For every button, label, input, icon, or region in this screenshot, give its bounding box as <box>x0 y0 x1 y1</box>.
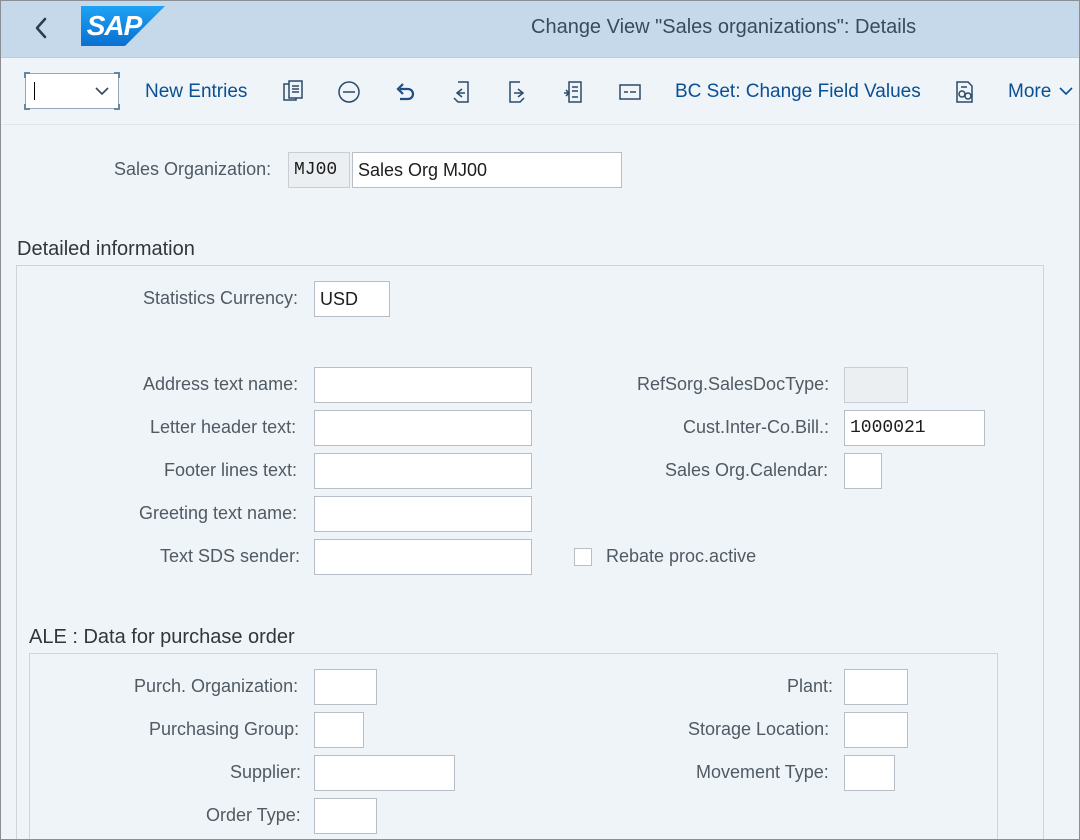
sales-org-code-field: MJ00 <box>288 152 350 188</box>
footer-lines-field[interactable] <box>314 453 532 489</box>
application-toolbar: New Entries BC Set: Change Field Values … <box>1 59 1079 125</box>
text-sds-sender-label: Text SDS sender: <box>160 546 301 566</box>
select-icon[interactable] <box>617 79 643 105</box>
refsorg-field <box>844 367 908 403</box>
sales-org-name-field[interactable]: Sales Org MJ00 <box>352 152 622 188</box>
delete-icon[interactable] <box>336 79 362 105</box>
supplier-label: Supplier: <box>230 762 302 782</box>
more-label: More <box>1008 81 1052 102</box>
rebate-checkbox[interactable] <box>574 548 592 566</box>
previous-entry-icon[interactable] <box>448 79 474 105</box>
app-window: SAP Change View "Sales organizations": D… <box>0 0 1080 840</box>
detailed-information-title: Detailed information <box>17 238 195 260</box>
greeting-text-field[interactable] <box>314 496 532 532</box>
chevron-down-icon[interactable] <box>93 82 111 105</box>
address-text-label: Address text name: <box>143 374 299 394</box>
shell-bar: SAP Change View "Sales organizations": D… <box>1 1 1079 58</box>
storage-location-label: Storage Location: <box>688 719 830 739</box>
focus-corner <box>24 72 30 78</box>
movement-type-field[interactable] <box>844 755 895 791</box>
page-title: Change View "Sales organizations": Detai… <box>531 16 917 38</box>
bc-set-change-field-values-button[interactable]: BC Set: Change Field Values <box>675 81 921 103</box>
letter-header-field[interactable] <box>314 410 532 446</box>
cust-interco-field[interactable]: 1000021 <box>844 410 985 446</box>
purch-group-label: Purchasing Group: <box>149 719 300 739</box>
supplier-field[interactable] <box>314 755 455 791</box>
new-entries-button[interactable]: New Entries <box>145 81 247 103</box>
where-used-icon[interactable] <box>951 79 977 105</box>
purch-org-label: Purch. Organization: <box>134 676 299 696</box>
sales-org-calendar-label: Sales Org.Calendar: <box>665 460 829 480</box>
logo-text: SAP <box>86 10 143 41</box>
text-sds-sender-field[interactable] <box>314 539 532 575</box>
refsorg-label: RefSorg.SalesDocType: <box>637 374 830 394</box>
plant-label: Plant: <box>787 676 834 696</box>
letter-header-label: Letter header text: <box>150 417 297 437</box>
back-button[interactable] <box>27 13 57 43</box>
focus-corner <box>114 104 120 110</box>
statistics-currency-field[interactable]: USD <box>314 281 390 317</box>
next-entry-icon[interactable] <box>504 79 530 105</box>
cust-interco-label: Cust.Inter-Co.Bill.: <box>683 417 830 437</box>
chevron-down-icon <box>1059 87 1073 96</box>
sap-logo: SAP <box>81 6 165 46</box>
sales-org-calendar-field[interactable] <box>844 453 882 489</box>
address-text-field[interactable] <box>314 367 532 403</box>
rebate-label: Rebate proc.active <box>606 546 757 566</box>
order-type-field[interactable] <box>314 798 377 834</box>
order-type-label: Order Type: <box>206 805 301 825</box>
purch-group-field[interactable] <box>314 712 364 748</box>
ale-title: ALE : Data for purchase order <box>29 626 295 648</box>
more-button[interactable]: More <box>1008 81 1075 103</box>
focus-corner <box>24 104 30 110</box>
copy-icon[interactable] <box>281 79 307 105</box>
chevron-left-icon <box>35 17 47 39</box>
variable-list-icon[interactable] <box>561 79 587 105</box>
text-cursor <box>34 82 35 100</box>
greeting-text-label: Greeting text name: <box>139 503 298 523</box>
plant-field[interactable] <box>844 669 908 705</box>
movement-type-label: Movement Type: <box>696 762 829 782</box>
footer-lines-label: Footer lines text: <box>164 460 298 480</box>
command-field[interactable] <box>24 72 120 110</box>
undo-icon[interactable] <box>392 79 418 105</box>
purch-org-field[interactable] <box>314 669 377 705</box>
statistics-currency-label: Statistics Currency: <box>143 288 299 308</box>
storage-location-field[interactable] <box>844 712 908 748</box>
sales-org-label: Sales Organization: <box>114 159 272 179</box>
focus-corner <box>114 72 120 78</box>
